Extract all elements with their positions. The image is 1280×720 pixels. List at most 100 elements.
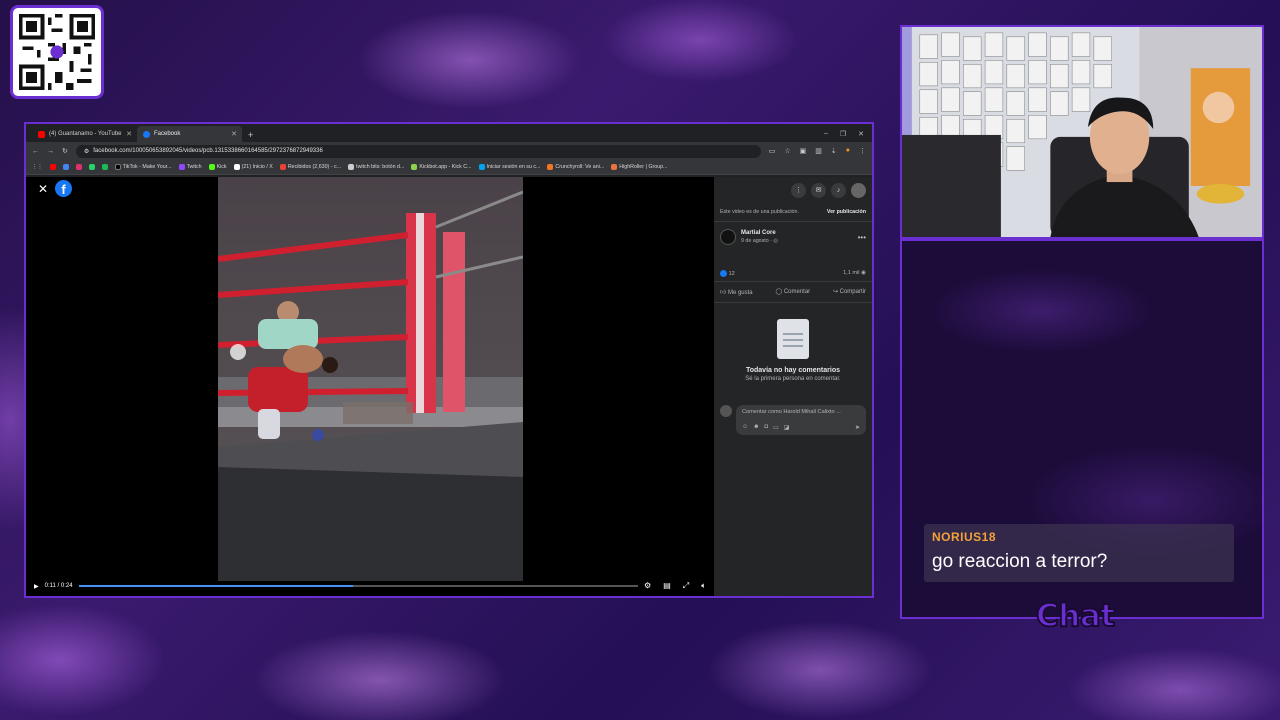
video-controls: ▶ 0:11 / 0:24 ⚙ ▤ ⤢ 🔈︎: [26, 576, 714, 596]
author-avatar[interactable]: [720, 229, 736, 245]
bookmark-label: Iniciar sesión en su c...: [486, 164, 541, 170]
webcam-feed: [900, 25, 1264, 239]
tab-facebook[interactable]: Facebook ✕: [137, 126, 242, 142]
apps-icon[interactable]: ⋮⋮: [32, 164, 43, 170]
sticker-icon[interactable]: ◪: [784, 424, 790, 431]
back-icon[interactable]: ←: [32, 148, 39, 155]
bookmark-star-icon[interactable]: ☆: [784, 147, 790, 155]
bookmark-shortcut[interactable]: [49, 164, 56, 170]
view-post-link[interactable]: Ver publicación: [827, 209, 866, 215]
chat-message-text: go reaccion a terror?: [932, 551, 1108, 572]
extensions-icon[interactable]: ▣: [800, 147, 807, 155]
bookmark-item[interactable]: Kickbot.app - Kick C...: [411, 164, 472, 170]
camera-icon[interactable]: ◘: [764, 424, 768, 431]
avatar[interactable]: [851, 182, 866, 198]
bookmark-item[interactable]: Recibidos (2,630) - c...: [279, 164, 342, 170]
bookmark-item[interactable]: Iniciar sesión en su c...: [478, 164, 541, 170]
bookmark-item[interactable]: HighRoller | Group...: [611, 164, 667, 170]
post-sidebar: ⋮ ✉ ♪ Este video es de una publicación. …: [714, 177, 872, 596]
forward-icon[interactable]: →: [47, 148, 54, 155]
video-frame: [218, 177, 523, 581]
maximize-icon[interactable]: ❐: [840, 130, 846, 138]
emoji-icon[interactable]: ☻: [753, 424, 759, 431]
comment-button[interactable]: ◯ Comentar: [775, 288, 810, 296]
close-tab-icon[interactable]: ✕: [126, 130, 132, 138]
like-count[interactable]: 12: [729, 271, 735, 277]
cast-icon[interactable]: ▭: [769, 147, 776, 155]
author-name[interactable]: Martial Core: [741, 230, 778, 236]
fullscreen-icon[interactable]: ⤢: [683, 581, 689, 591]
bookmark-shortcut[interactable]: [88, 164, 95, 170]
gif-icon[interactable]: ▭: [773, 424, 779, 431]
menu-icon[interactable]: ⋮: [859, 147, 866, 155]
like-button[interactable]: 👍︎ Me gusta: [720, 288, 753, 296]
messenger-icon[interactable]: ✉: [811, 182, 826, 198]
video-time: 0:11 / 0:24: [44, 583, 73, 589]
notifications-icon[interactable]: ♪: [831, 182, 846, 198]
bookmark-shortcut[interactable]: [75, 164, 82, 170]
bookmark-item[interactable]: Crunchyroll: Ve ani...: [547, 164, 604, 170]
captions-icon[interactable]: ▤: [663, 581, 671, 591]
eye-icon: ◉: [861, 270, 866, 276]
bookmark-label: Twitch: [186, 164, 202, 170]
youtube-icon: [38, 130, 45, 138]
settings-icon[interactable]: ⚙: [644, 581, 651, 591]
volume-icon[interactable]: 🔈︎: [701, 581, 706, 591]
no-comments-subtitle: Sé la primera persona en comentar.: [745, 376, 841, 382]
tab-bar: (4) Guantanamo - YouTube ✕ Facebook ✕ + …: [26, 124, 872, 142]
tab-label: (4) Guantanamo - YouTube: [49, 131, 122, 137]
url-input[interactable]: ⚙ facebook.com/100050653892045/videos/pc…: [75, 144, 761, 158]
bookmark-shortcut[interactable]: [101, 164, 108, 170]
comment-label: Comentar: [783, 289, 811, 295]
comment-icon: ◯: [775, 289, 783, 295]
avatar-sticker-icon[interactable]: ☺: [742, 424, 748, 431]
post-date[interactable]: 9 de agosto ·: [741, 238, 773, 244]
like-reaction-icon: [720, 270, 727, 277]
download-icon[interactable]: ⇣: [831, 147, 837, 155]
bookmark-label: Recibidos (2,630) - c...: [287, 164, 342, 170]
sidepanel-icon[interactable]: ▥: [815, 147, 822, 155]
menu-grid-icon[interactable]: ⋮: [791, 182, 806, 198]
close-tab-icon[interactable]: ✕: [231, 130, 237, 138]
video-progress-bar[interactable]: [78, 585, 639, 587]
bookmark-label: Crunchyroll: Ve ani...: [555, 164, 605, 170]
close-window-icon[interactable]: ✕: [858, 130, 864, 138]
share-icon: ↪: [832, 289, 838, 295]
share-label: Compartir: [839, 289, 866, 295]
video-player[interactable]: ✕ f ▶ 0:11 / 0:24 ⚙ ▤ ⤢ 🔈︎: [26, 177, 714, 596]
bookmark-shortcut[interactable]: [62, 164, 69, 170]
more-options-icon[interactable]: •••: [858, 233, 866, 242]
bookmark-item[interactable]: Twitch: [178, 164, 202, 170]
share-button[interactable]: ↪ Compartir: [833, 288, 866, 296]
bookmark-item[interactable]: twitch bits: botón d...: [348, 164, 404, 170]
send-icon[interactable]: ➤: [855, 424, 860, 431]
tab-label: Facebook: [154, 131, 181, 137]
profile-icon[interactable]: ●: [846, 147, 850, 155]
bookmark-label: HighRoller | Group...: [619, 164, 668, 170]
tab-youtube[interactable]: (4) Guantanamo - YouTube ✕: [32, 126, 137, 142]
play-icon[interactable]: ▶: [34, 583, 39, 590]
site-info-icon[interactable]: ⚙: [84, 148, 89, 155]
comment-input[interactable]: Comentar como Harold Mihail Calixto ... …: [736, 405, 866, 435]
bookmark-label: Kick: [216, 164, 227, 170]
reload-icon[interactable]: ↻: [62, 147, 68, 155]
post-author: Martial Core 9 de agosto · ◎ •••: [714, 222, 872, 252]
bookmark-item[interactable]: (21) Inicio / X: [233, 164, 273, 170]
bookmark-label: Kickbot.app - Kick C...: [419, 164, 472, 170]
no-comments-title: Todavía no hay comentarios: [745, 367, 840, 374]
bookmark-item[interactable]: Kick: [208, 164, 227, 170]
browser-window: (4) Guantanamo - YouTube ✕ Facebook ✕ + …: [24, 122, 874, 598]
chat-panel: NORIUS18 go reaccion a terror?: [900, 239, 1264, 619]
qr-code: [10, 5, 104, 99]
address-bar: ← → ↻ ⚙ facebook.com/100050653892045/vid…: [26, 142, 872, 160]
view-count: 1,1 mil: [843, 270, 860, 276]
facebook-logo-icon[interactable]: f: [55, 180, 72, 197]
bookmark-item[interactable]: TikTok - Make Your...: [114, 164, 172, 170]
facebook-icon: [143, 130, 150, 138]
minimize-icon[interactable]: –: [824, 130, 828, 138]
new-tab-button[interactable]: +: [248, 130, 253, 140]
globe-icon: ◎: [773, 238, 779, 244]
post-stats: 12 1,1 mil ◉: [714, 252, 872, 281]
close-icon[interactable]: ✕: [38, 182, 48, 196]
document-icon: [777, 319, 809, 359]
